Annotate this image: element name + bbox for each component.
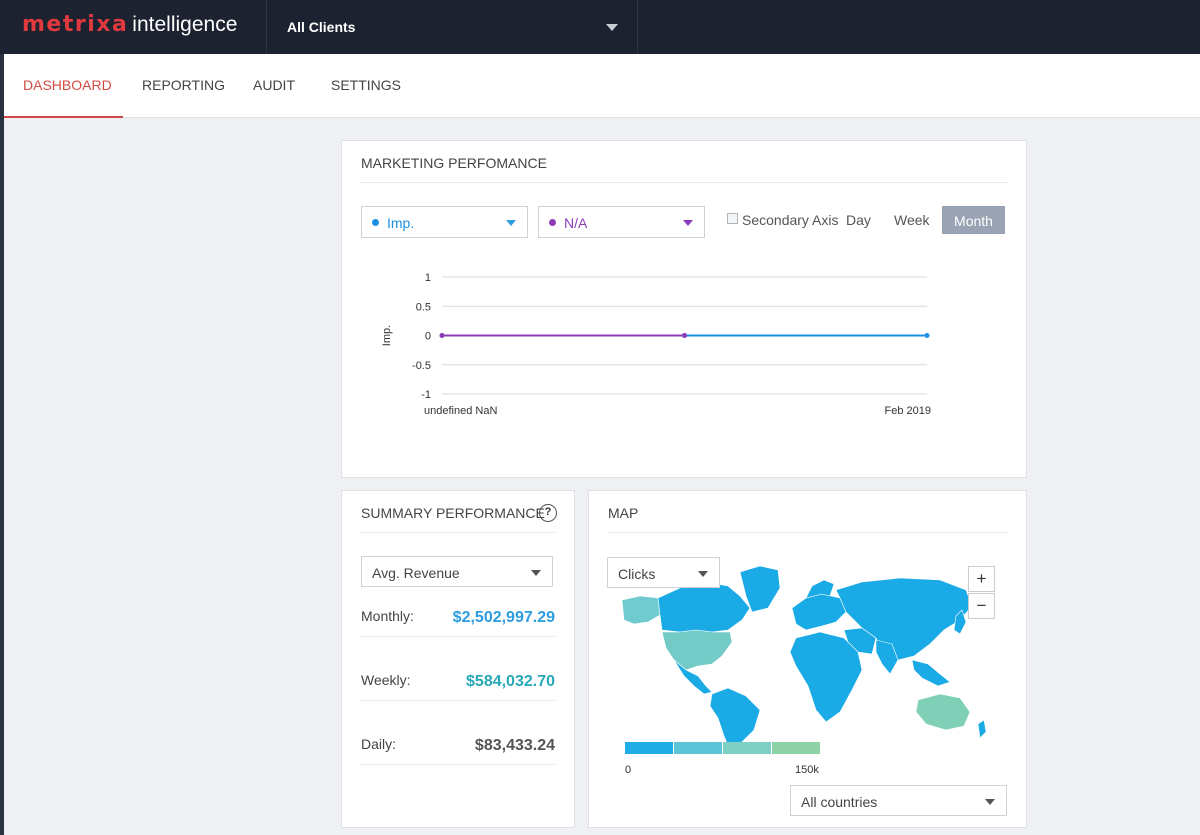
- summary-performance-card: SUMMARY PERFORMANCE ? Avg. Revenue Month…: [341, 490, 575, 828]
- divider: [608, 532, 1007, 533]
- row-divider: [361, 636, 555, 637]
- marketing-performance-card: MARKETING PERFOMANCE Imp. N/A Secondary …: [341, 140, 1027, 478]
- map-legend: 0 150k: [625, 742, 820, 776]
- client-selector[interactable]: All Clients: [266, 0, 638, 54]
- country-filter-label: All countries: [801, 794, 878, 810]
- monthly-value: $2,502,997.29: [452, 609, 555, 626]
- tab-reporting[interactable]: REPORTING: [142, 77, 225, 93]
- data-point: [682, 333, 687, 338]
- world-map[interactable]: [600, 560, 1000, 750]
- map-region-southeast-asia: [911, 659, 951, 687]
- y-tick-label: 1: [425, 272, 431, 284]
- chevron-down-icon: [531, 570, 541, 576]
- monthly-label: Monthly:: [361, 608, 414, 624]
- divider: [361, 532, 555, 533]
- y-tick-label: -1: [421, 389, 431, 401]
- top-bar: metrixa intelligence All Clients: [0, 0, 1200, 54]
- map-region-alaska: [621, 595, 661, 625]
- x-tick-label: undefined NaN: [424, 405, 497, 417]
- row-divider: [361, 764, 555, 765]
- map-metric-select[interactable]: Clicks: [607, 557, 720, 588]
- country-filter-select[interactable]: All countries: [790, 785, 1007, 816]
- summary-performance-title: SUMMARY PERFORMANCE: [361, 505, 545, 521]
- active-tab-underline: [4, 116, 123, 118]
- left-edge: [0, 54, 4, 835]
- zoom-out-button[interactable]: −: [968, 593, 995, 619]
- legend-swatch: [625, 742, 673, 754]
- map-metric-label: Clicks: [618, 566, 656, 582]
- map-region-europe: [791, 593, 847, 631]
- legend-max-label: 150k: [795, 764, 819, 776]
- logo-brand: metrixa: [22, 12, 129, 37]
- client-selector-label: All Clients: [287, 19, 356, 35]
- y-tick-label: 0.5: [416, 301, 431, 313]
- legend-swatch: [723, 742, 771, 754]
- daily-value: $83,433.24: [474, 737, 555, 754]
- chevron-down-icon: [606, 24, 618, 31]
- data-point: [439, 333, 445, 338]
- legend-swatch: [674, 742, 722, 754]
- legend-swatch: [772, 742, 820, 754]
- summary-metric-label: Avg. Revenue: [372, 565, 460, 581]
- marketing-line-chart: 1 0.5 0 -0.5 -1 Imp. undefined NaN Feb 2019: [381, 272, 931, 417]
- main-nav: DASHBOARD REPORTING AUDIT SETTINGS: [4, 54, 1200, 118]
- map-region-new-zealand: [977, 719, 987, 739]
- legend-min-label: 0: [625, 764, 631, 776]
- chevron-down-icon: [698, 571, 708, 577]
- y-tick-label: -0.5: [412, 360, 431, 372]
- weekly-value: $584,032.70: [466, 673, 555, 690]
- tab-dashboard[interactable]: DASHBOARD: [23, 77, 112, 93]
- tab-audit[interactable]: AUDIT: [253, 77, 295, 93]
- x-tick-label: Feb 2019: [885, 405, 931, 417]
- y-axis-label: Imp.: [381, 325, 393, 346]
- daily-label: Daily:: [361, 736, 397, 752]
- chevron-down-icon: [985, 799, 995, 805]
- map-region-canada: [657, 581, 751, 633]
- logo-sub: intelligence: [132, 13, 238, 36]
- zoom-in-button[interactable]: +: [968, 566, 995, 592]
- weekly-label: Weekly:: [361, 672, 411, 688]
- help-icon[interactable]: ?: [539, 504, 557, 522]
- summary-metric-select[interactable]: Avg. Revenue: [361, 556, 553, 587]
- map-title: MAP: [608, 505, 639, 521]
- row-divider: [361, 700, 555, 701]
- map-region-usa: [661, 629, 733, 671]
- tab-settings[interactable]: SETTINGS: [331, 77, 401, 93]
- y-tick-label: 0: [425, 331, 431, 343]
- map-region-australia: [915, 693, 971, 731]
- data-point: [924, 333, 930, 338]
- logo[interactable]: metrixa intelligence: [22, 12, 237, 42]
